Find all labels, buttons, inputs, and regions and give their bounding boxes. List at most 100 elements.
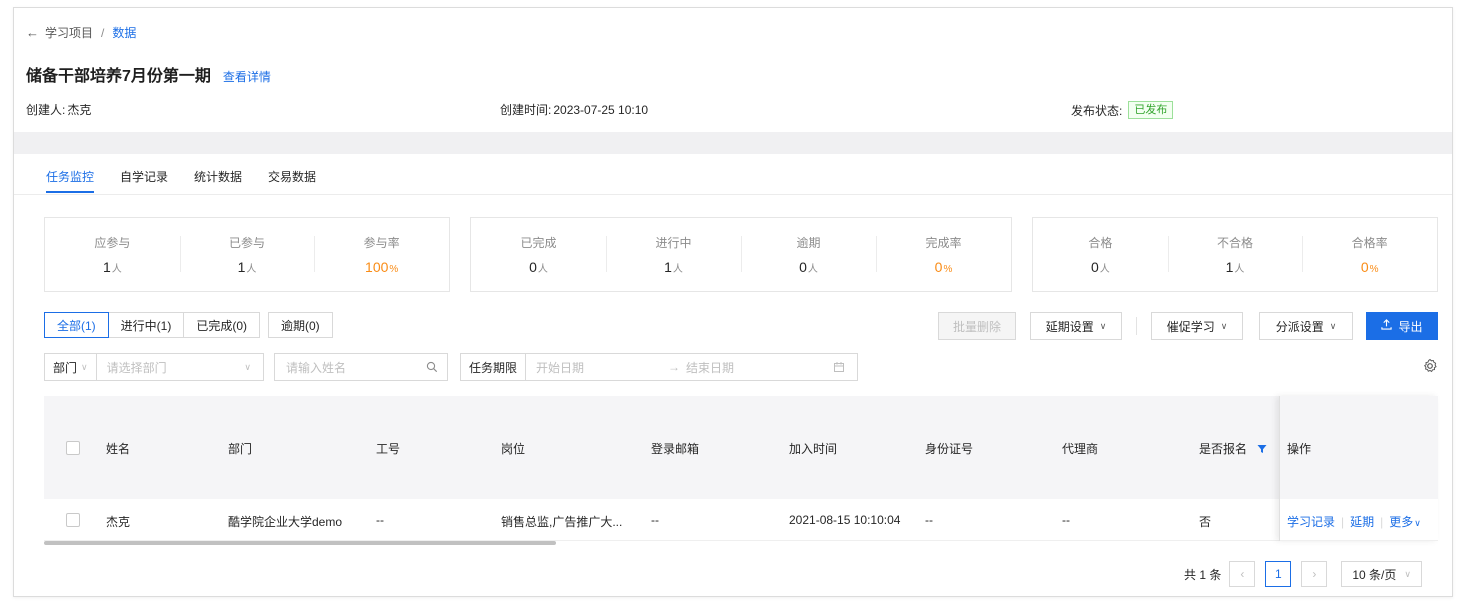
- tab-transactions[interactable]: 交易数据: [268, 168, 316, 193]
- title-row: 储备干部培养7月份第一期 查看详情: [26, 62, 271, 86]
- stat-label: 已参与: [229, 236, 266, 250]
- stat-label: 逾期: [796, 236, 821, 250]
- export-label: 导出: [1398, 319, 1423, 334]
- row-checkbox[interactable]: [66, 513, 80, 527]
- column-name: 姓名: [106, 442, 131, 456]
- toolbar-divider: [1136, 317, 1137, 335]
- filter-done-button[interactable]: 已完成(0): [183, 312, 261, 338]
- calendar-icon[interactable]: [833, 361, 845, 373]
- column-agent: 代理商: [1062, 442, 1099, 456]
- search-icon[interactable]: [426, 361, 438, 373]
- assign-settings-label: 分派设置: [1275, 319, 1324, 334]
- chevron-down-icon: ∨: [1404, 568, 1411, 579]
- export-button[interactable]: 导出: [1366, 312, 1438, 340]
- pagination-total: 共 1 条: [1184, 567, 1222, 582]
- breadcrumb-current: 数据: [112, 26, 137, 40]
- filter-overdue-button[interactable]: 逾期(0): [268, 312, 333, 338]
- page-number-button[interactable]: 1: [1265, 561, 1292, 587]
- breadcrumb-separator: /: [101, 25, 105, 40]
- view-detail-link[interactable]: 查看详情: [223, 68, 271, 85]
- cell-enrolled: 否: [1199, 515, 1212, 529]
- page-size-select[interactable]: 10 条/页 ∨: [1341, 561, 1422, 587]
- tabs-underline: [14, 194, 1452, 195]
- end-date-input[interactable]: 结束日期: [686, 359, 833, 376]
- horizontal-scrollbar[interactable]: [44, 541, 556, 545]
- chevron-down-icon: ∨: [81, 361, 88, 372]
- stat-completed: 已完成 0人: [471, 234, 606, 275]
- extend-settings-label: 延期设置: [1045, 319, 1094, 334]
- participation-stats: 应参与 1人 已参与 1人 参与率 100%: [44, 217, 450, 292]
- stat-value: 1人: [664, 259, 683, 275]
- stat-join-rate: 参与率 100%: [314, 234, 449, 275]
- next-page-button[interactable]: ›: [1301, 561, 1328, 587]
- main-panel: ← 学习项目 / 数据 储备干部培养7月份第一期 查看详情 创建人: 杰克 创建…: [13, 7, 1453, 597]
- name-search-input[interactable]: 请输入姓名: [274, 353, 448, 381]
- stat-qualified: 合格 0人: [1033, 234, 1168, 275]
- fixed-column-shadow: [1279, 396, 1438, 541]
- page-size-label: 10 条/页: [1352, 567, 1397, 582]
- stat-label: 不合格: [1217, 236, 1254, 250]
- column-id-number: 身份证号: [925, 442, 974, 456]
- stat-label: 参与率: [363, 236, 400, 250]
- task-period-label: 任务期限: [461, 354, 527, 380]
- tab-self-study[interactable]: 自学记录: [120, 168, 168, 193]
- department-type-select[interactable]: 部门 ∨: [45, 354, 97, 380]
- filter-in-progress-button[interactable]: 进行中(1): [107, 312, 185, 338]
- chevron-down-icon: ∨: [1329, 320, 1337, 331]
- column-employee-no: 工号: [376, 442, 401, 456]
- completion-stats: 已完成 0人 进行中 1人 逾期 0人 完成率 0%: [470, 217, 1012, 292]
- stat-value: 1人: [237, 259, 257, 275]
- tab-task-monitor[interactable]: 任务监控: [46, 168, 95, 193]
- stat-value: 0%: [934, 259, 953, 275]
- cell-id-number: --: [925, 513, 933, 527]
- task-period-range[interactable]: 任务期限 开始日期 → 结束日期: [460, 353, 858, 381]
- creator-label: 创建人:: [26, 103, 66, 117]
- column-enrolled-label: 是否报名: [1199, 442, 1248, 456]
- department-label: 部门: [53, 360, 78, 375]
- publish-status-info: 发布状态: 已发布: [1071, 101, 1174, 119]
- stat-unqualified: 不合格 1人: [1167, 234, 1303, 275]
- breadcrumb-parent[interactable]: 学习项目: [45, 24, 93, 41]
- created-time-value: 2023-07-25 10:10: [553, 102, 649, 117]
- stat-completion-rate: 完成率 0%: [876, 234, 1011, 275]
- created-time-label: 创建时间:: [500, 103, 552, 117]
- assign-settings-button[interactable]: 分派设置 ∨: [1259, 312, 1353, 340]
- section-divider: [14, 132, 1452, 154]
- stat-value: 0%: [1360, 259, 1379, 275]
- batch-delete-button[interactable]: 批量删除: [938, 312, 1016, 340]
- qualification-stats: 合格 0人 不合格 1人 合格率 0%: [1032, 217, 1438, 292]
- department-filter[interactable]: 部门 ∨ 请选择部门 ∨: [44, 353, 264, 381]
- stat-should-join: 应参与 1人: [45, 234, 180, 275]
- start-date-input[interactable]: 开始日期: [536, 359, 656, 376]
- creator-info: 创建人: 杰克: [26, 101, 91, 118]
- cell-join-time: 2021-08-15 10:10:04: [789, 513, 901, 527]
- filter-all-button[interactable]: 全部(1): [44, 312, 109, 338]
- remind-study-button[interactable]: 催促学习 ∨: [1151, 312, 1243, 340]
- cell-position: 销售总监,广告推广大...: [501, 515, 623, 529]
- department-placeholder: 请选择部门: [106, 360, 167, 375]
- chevron-down-icon: ∨: [1220, 320, 1228, 331]
- chevron-down-icon: ∨: [244, 361, 251, 372]
- page-title: 储备干部培养7月份第一期: [26, 68, 211, 85]
- stat-value: 1人: [102, 259, 122, 275]
- filter-icon[interactable]: [1257, 444, 1267, 454]
- chevron-down-icon: ∨: [1099, 320, 1107, 331]
- cell-agent: --: [1062, 513, 1070, 527]
- tab-statistics[interactable]: 统计数据: [194, 168, 242, 193]
- arrow-left-icon[interactable]: ←: [26, 25, 39, 40]
- stat-value: 0人: [799, 259, 818, 275]
- stat-label: 已完成: [520, 236, 557, 250]
- extend-settings-button[interactable]: 延期设置 ∨: [1030, 312, 1122, 340]
- stat-joined: 已参与 1人: [179, 234, 315, 275]
- status-badge: 已发布: [1128, 101, 1174, 119]
- prev-page-button[interactable]: ‹: [1229, 561, 1256, 587]
- stat-label: 合格率: [1351, 236, 1388, 250]
- select-all-checkbox[interactable]: [66, 441, 80, 455]
- batch-delete-label: 批量删除: [952, 319, 1001, 334]
- stat-in-progress: 进行中 1人: [606, 234, 741, 275]
- stat-label: 进行中: [655, 236, 692, 250]
- status-filter-group: 全部(1) 进行中(1) 已完成(0) 逾期(0): [44, 312, 333, 338]
- column-join-time: 加入时间: [789, 442, 838, 456]
- gear-icon[interactable]: [1422, 358, 1438, 374]
- creator-value: 杰克: [67, 103, 92, 117]
